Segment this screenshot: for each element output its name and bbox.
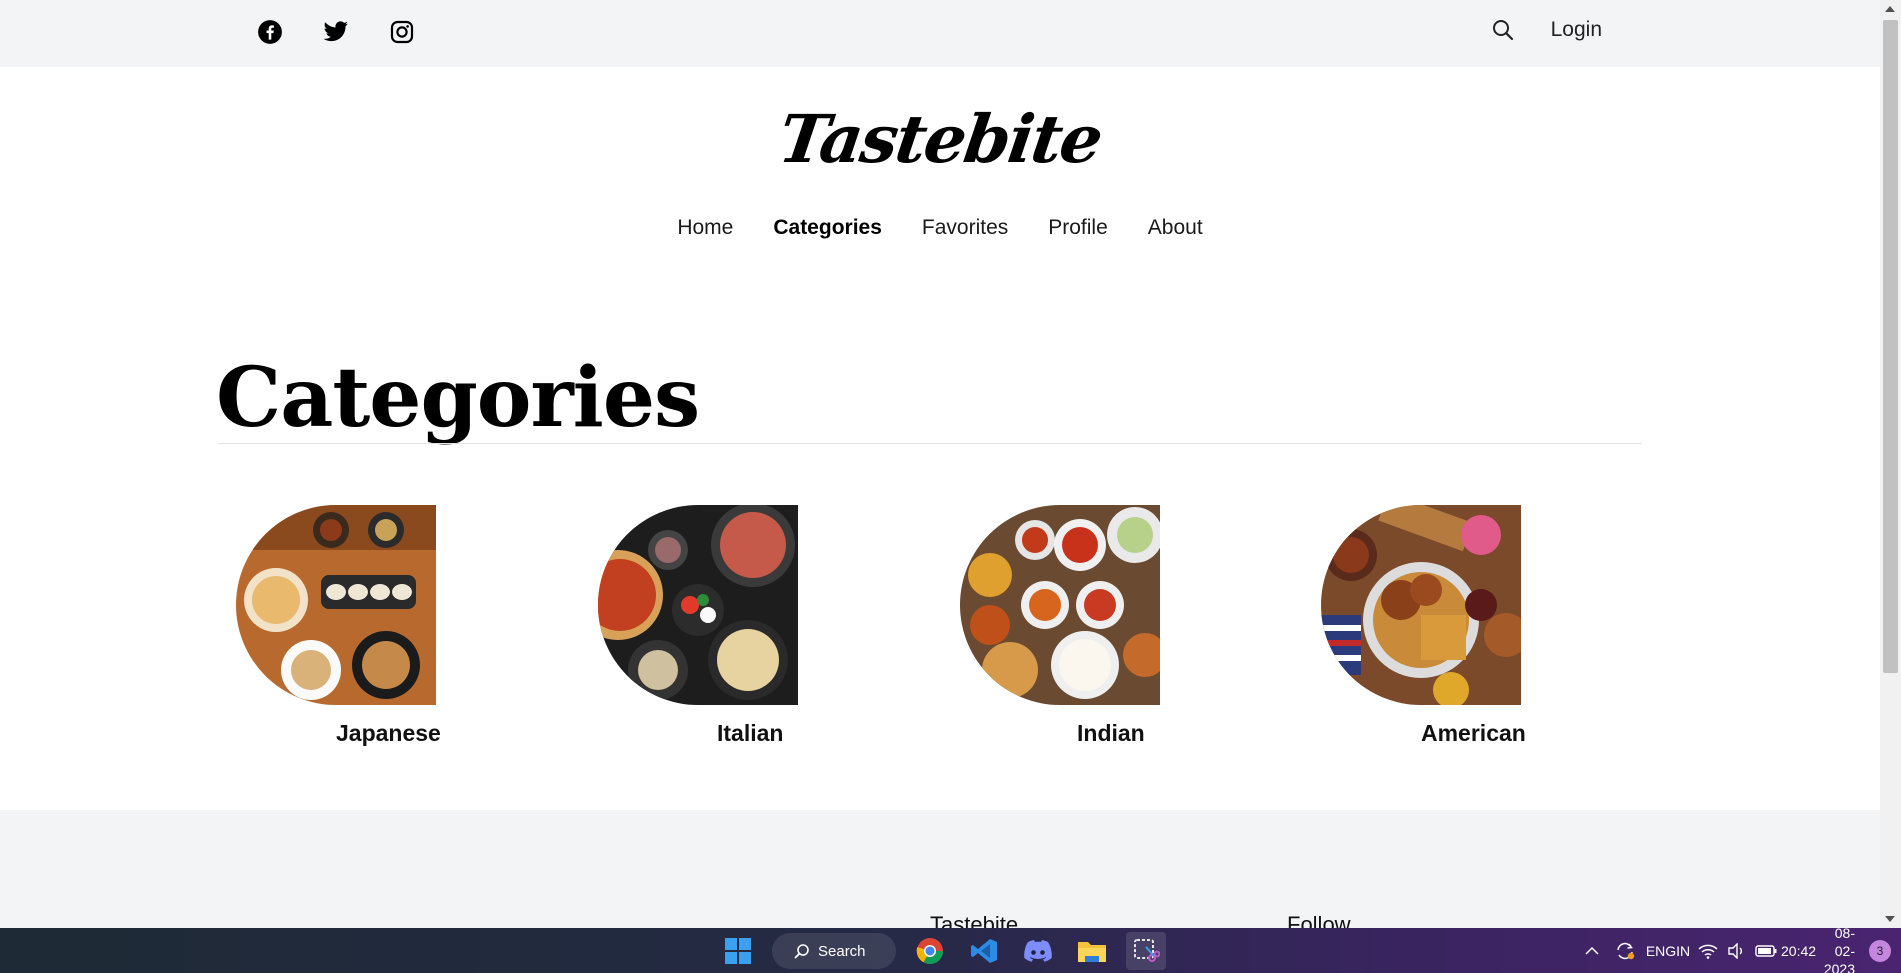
category-grid: Japanese Italian Indian American xyxy=(236,505,1636,755)
clock[interactable]: 20:42 08-02-2023 xyxy=(1781,925,1861,973)
indian-food-image xyxy=(960,505,1160,705)
taskbar-search[interactable]: Search xyxy=(772,933,896,969)
scroll-up-arrow-icon[interactable] xyxy=(1885,6,1895,12)
category-label: American xyxy=(1421,720,1526,746)
clock-time: 20:42 xyxy=(1781,942,1817,959)
category-card-american[interactable]: American xyxy=(1321,505,1531,755)
chevron-up-icon[interactable] xyxy=(1577,928,1607,973)
language-region: IN xyxy=(1676,942,1691,959)
page-title: Categories xyxy=(216,350,700,446)
category-card-italian[interactable]: Italian xyxy=(598,505,808,755)
footer: Tastebite Follow xyxy=(0,810,1880,937)
twitter-icon[interactable] xyxy=(322,18,350,46)
page-scrollbar[interactable] xyxy=(1880,0,1901,928)
notification-badge[interactable]: 3 xyxy=(1869,939,1891,962)
main-nav: Home Categories Favorites Profile About xyxy=(0,216,1880,240)
discord-icon[interactable] xyxy=(1018,932,1058,970)
nav-about[interactable]: About xyxy=(1148,216,1203,240)
clock-date: 08-02-2023 xyxy=(1823,924,1855,973)
battery-icon[interactable] xyxy=(1751,928,1781,973)
system-tray: ENG IN 20:42 08-02-2023 3 xyxy=(1577,925,1901,973)
language-code: ENG xyxy=(1645,942,1677,959)
american-food-image xyxy=(1321,505,1521,705)
japanese-food-image xyxy=(236,505,436,705)
file-explorer-icon[interactable] xyxy=(1072,932,1112,970)
category-label: Italian xyxy=(717,720,784,746)
category-card-indian[interactable]: Indian xyxy=(960,505,1170,755)
facebook-icon[interactable] xyxy=(256,18,284,46)
volume-icon[interactable] xyxy=(1723,928,1751,973)
nav-profile[interactable]: Profile xyxy=(1048,216,1108,240)
category-label: Indian xyxy=(1077,720,1145,746)
sync-icon[interactable] xyxy=(1607,928,1643,973)
top-bar: Login xyxy=(0,0,1880,67)
search-icon[interactable] xyxy=(1491,18,1515,42)
social-links xyxy=(256,18,416,46)
taskbar-apps: Search xyxy=(718,932,1166,970)
scrollbar-thumb[interactable] xyxy=(1883,20,1898,673)
nav-home[interactable]: Home xyxy=(677,216,733,240)
scroll-down-arrow-icon[interactable] xyxy=(1885,916,1895,922)
windows-start-icon[interactable] xyxy=(718,932,758,970)
nav-favorites[interactable]: Favorites xyxy=(922,216,1008,240)
category-label: Japanese xyxy=(336,720,441,746)
chrome-icon[interactable] xyxy=(910,932,950,970)
login-link[interactable]: Login xyxy=(1551,18,1602,42)
header-actions: Login xyxy=(1491,18,1602,42)
instagram-icon[interactable] xyxy=(388,18,416,46)
site-logo[interactable]: Tastebite xyxy=(0,100,1885,178)
italian-food-image xyxy=(598,505,798,705)
nav-categories[interactable]: Categories xyxy=(773,216,882,240)
search-icon xyxy=(794,944,809,959)
os-taskbar: Search ENG IN 20:42 08-02-2023 3 xyxy=(0,925,1901,973)
title-divider xyxy=(218,443,1642,444)
snipping-tool-icon[interactable] xyxy=(1126,932,1166,970)
category-card-japanese[interactable]: Japanese xyxy=(236,505,446,755)
wifi-icon[interactable] xyxy=(1693,928,1723,973)
taskbar-search-label: Search xyxy=(818,942,866,960)
language-indicator[interactable]: ENG IN xyxy=(1643,928,1693,973)
vscode-icon[interactable] xyxy=(964,932,1004,970)
